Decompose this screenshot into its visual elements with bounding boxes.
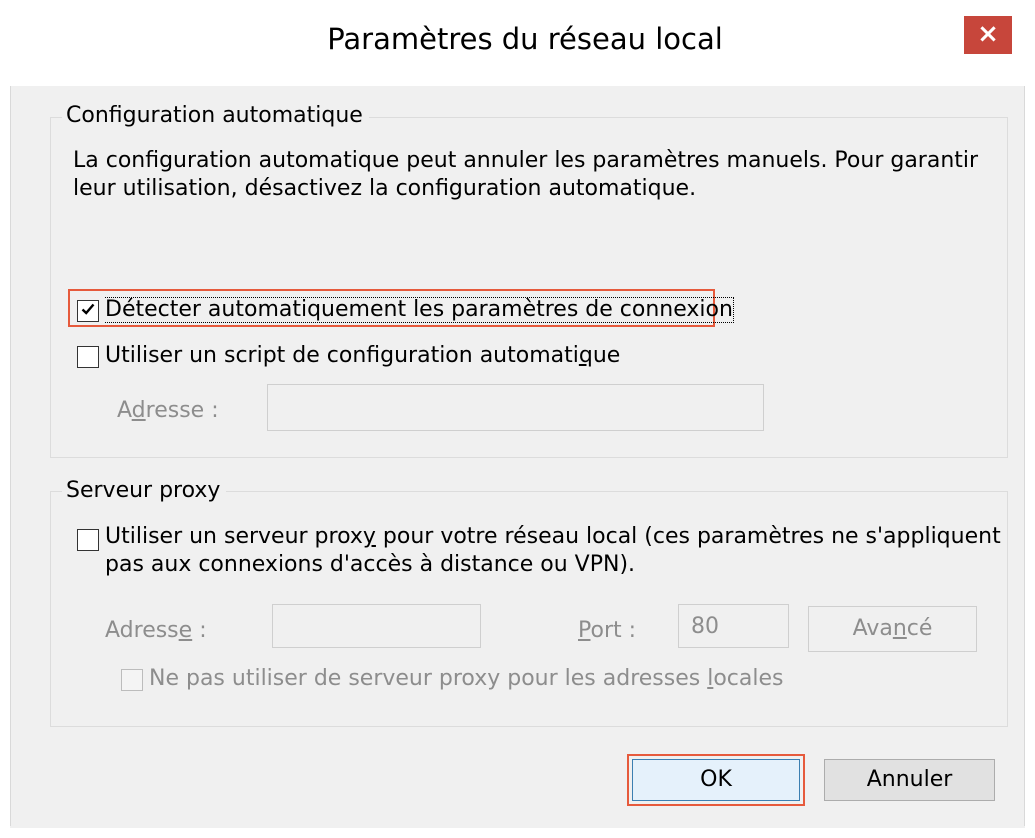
proxy-server-legend: Serveur proxy [62,478,227,503]
close-icon: × [977,19,999,49]
dialog-body: Configuration automatique La configurati… [10,86,1025,826]
script-address-input[interactable] [267,384,764,431]
ok-button[interactable]: OK [632,759,800,801]
use-script-label-part1: Utiliser un script de configuration auto… [105,343,579,368]
bypass-local-label[interactable]: Ne pas utiliser de serveur proxy pour le… [149,666,784,691]
script-address-label: Adresse : [117,398,219,423]
dialog-title: Paramètres du réseau local [327,22,723,56]
advanced-button[interactable]: Avancé [808,606,977,652]
use-script-checkbox[interactable] [77,346,99,368]
cancel-button[interactable]: Annuler [824,759,995,801]
use-proxy-label-mnemonic: y [362,524,376,549]
auto-config-legend: Configuration automatique [62,103,369,128]
proxy-address-label: Adresse : [105,618,207,643]
script-address-label-part2: resse : [145,398,219,423]
detect-settings-label[interactable]: Détecter automatiquement les paramètres … [105,297,734,323]
detect-settings-checkbox[interactable] [77,300,99,322]
window-frame-left [0,0,10,838]
use-proxy-label-line2[interactable]: pas aux connexions d'accès à distance ou… [105,552,635,577]
checkmark-icon [81,303,95,315]
proxy-address-input[interactable] [272,604,481,648]
use-script-label-mnemonic: q [578,343,593,368]
auto-config-description-line1: La configuration automatique peut annule… [73,148,979,173]
proxy-port-value: 80 [691,614,719,639]
proxy-address-label-mnemonic: e [178,618,193,643]
use-proxy-label-part1: Utiliser un serveur prox [105,524,363,549]
proxy-port-label-mnemonic: P [578,618,591,643]
use-proxy-label-line1[interactable]: Utiliser un serveur proxy pour votre rés… [105,524,1001,549]
proxy-port-input[interactable]: 80 [678,604,789,648]
use-proxy-label-part2: pour votre réseau local (ces paramètres … [375,524,1001,549]
bypass-local-label-part2: ocales [713,666,784,691]
advanced-label-mnemonic: n [892,616,907,641]
auto-config-description-line2: leur utilisation, désactivez la configur… [73,176,697,201]
lan-settings-dialog: Paramètres du réseau local × Configurati… [0,0,1035,838]
bypass-local-checkbox[interactable] [121,669,143,691]
proxy-address-label-part1: Adress [105,618,179,643]
window-frame-right [1025,0,1035,838]
window-frame-bottom [0,828,1035,838]
title-bar: Paramètres du réseau local × [0,0,1035,86]
script-address-label-mnemonic: d [131,398,146,423]
use-script-label-part2: ue [592,343,621,368]
proxy-port-label-part2: ort : [590,618,637,643]
advanced-label-part1: Ava [852,616,893,641]
proxy-address-label-part2: : [192,618,207,643]
use-script-label[interactable]: Utiliser un script de configuration auto… [105,343,620,368]
close-button[interactable]: × [964,16,1012,54]
script-address-label-part1: A [117,398,132,423]
advanced-label-part2: cé [906,616,933,641]
proxy-port-label: Port : [578,618,636,643]
bypass-local-label-part1: Ne pas utiliser de serveur proxy pour le… [149,666,708,691]
use-proxy-checkbox[interactable] [77,529,99,551]
